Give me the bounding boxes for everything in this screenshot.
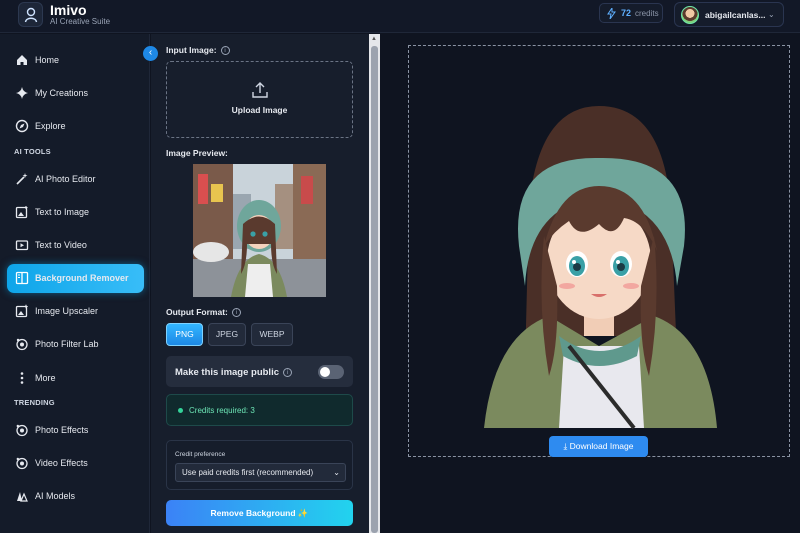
- split-square-icon: [15, 271, 29, 285]
- format-png-button[interactable]: PNG: [166, 323, 203, 346]
- sidebar-item-label: AI Models: [35, 491, 76, 501]
- image-preview-label: Image Preview:: [166, 148, 228, 158]
- sidebar-item-my-creations[interactable]: My Creations: [7, 79, 144, 108]
- sidebar-item-label: Background Remover: [35, 273, 129, 283]
- credit-preference-box: Credit preference Use paid credits first…: [166, 440, 353, 490]
- result-image: [484, 106, 717, 430]
- upscale-icon: [15, 304, 28, 318]
- section-ai-tools: AI TOOLS: [14, 147, 51, 156]
- sidebar-item-label: Home: [35, 55, 60, 65]
- sidebar: Home My Creations Explore AI TOOLS AI Ph…: [0, 34, 150, 533]
- top-bar: Imivo AI Creative Suite 72 credits abiga…: [0, 0, 800, 33]
- info-icon[interactable]: i: [231, 308, 241, 318]
- public-toggle[interactable]: [318, 365, 344, 379]
- format-jpeg-button[interactable]: JPEG: [208, 323, 246, 346]
- sidebar-item-label: Video Effects: [35, 458, 88, 468]
- sidebar-item-background-remover[interactable]: Background Remover: [7, 264, 144, 293]
- sidebar-item-label: Explore: [35, 121, 66, 131]
- sidebar-item-image-upscaler[interactable]: Image Upscaler: [7, 297, 144, 326]
- app-logo[interactable]: [18, 2, 43, 27]
- video-effects-icon: [16, 457, 28, 470]
- image-preview: [193, 164, 326, 297]
- user-menu[interactable]: abigailcanlas... ⌄: [674, 2, 784, 27]
- app-name: Imivo: [50, 2, 87, 18]
- credits-badge[interactable]: 72 credits: [599, 3, 663, 23]
- sidebar-item-video-effects[interactable]: Video Effects: [7, 449, 144, 478]
- chevron-down-icon: ⌄: [333, 468, 340, 477]
- collapse-sidebar-button[interactable]: ‹: [143, 46, 158, 61]
- format-webp-button[interactable]: WEBP: [251, 323, 293, 346]
- result-canvas: [408, 45, 790, 457]
- status-dot: [178, 408, 183, 413]
- info-icon[interactable]: i: [220, 46, 230, 56]
- credit-preference-label: Credit preference: [175, 451, 226, 458]
- sidebar-item-ai-photo-editor[interactable]: AI Photo Editor: [7, 165, 144, 194]
- info-icon[interactable]: i: [283, 367, 292, 377]
- video-icon: [15, 240, 29, 251]
- magic-wand-icon: [16, 173, 28, 185]
- upload-icon: [252, 82, 268, 98]
- sidebar-item-photo-filter-lab[interactable]: Photo Filter Lab: [7, 330, 144, 359]
- lightning-icon: [607, 8, 616, 19]
- output-format-label-text: Output Format:: [166, 307, 228, 317]
- sidebar-item-home[interactable]: Home: [7, 46, 144, 75]
- sidebar-item-label: Photo Effects: [35, 425, 89, 435]
- sidebar-item-text-to-image[interactable]: Text to Image: [7, 198, 144, 227]
- upload-dropzone[interactable]: Upload Image: [166, 61, 353, 138]
- sidebar-item-more[interactable]: More: [7, 364, 144, 393]
- download-icon: ⤓: [563, 441, 568, 451]
- sidebar-item-photo-effects[interactable]: Photo Effects: [7, 416, 144, 445]
- credits-count: 72: [621, 8, 632, 18]
- credit-preference-select[interactable]: Use paid credits first (recommended) ⌄: [175, 463, 346, 482]
- more-vertical-icon: [20, 372, 24, 384]
- sidebar-item-label: Text to Image: [35, 207, 90, 217]
- public-toggle-row: Make this image public i: [166, 356, 353, 387]
- models-icon: [17, 492, 28, 502]
- sidebar-item-label: Image Upscaler: [35, 306, 99, 316]
- credits-label: credits: [635, 9, 659, 18]
- credits-required-text: Credits required: 3: [189, 406, 255, 415]
- upload-label: Upload Image: [231, 105, 288, 115]
- input-image-label: Input Image: i: [166, 45, 230, 56]
- sidebar-item-label: Photo Filter Lab: [35, 339, 99, 349]
- photo-effects-icon: [16, 424, 28, 437]
- sidebar-item-explore[interactable]: Explore: [7, 112, 144, 141]
- avatar: [681, 6, 699, 24]
- sparkle-icon: [16, 87, 28, 99]
- section-trending: TRENDING: [14, 398, 55, 407]
- panel-scrollbar[interactable]: ▲: [369, 34, 380, 533]
- remove-background-button[interactable]: Remove Background ✨: [166, 500, 353, 526]
- public-toggle-label-text: Make this image public: [175, 367, 279, 378]
- chevron-down-icon: ⌄: [768, 10, 775, 19]
- sidebar-item-label: My Creations: [35, 88, 89, 98]
- output-format-label: Output Format: i: [166, 307, 241, 318]
- credits-required-box: Credits required: 3: [166, 394, 353, 426]
- app-tagline: AI Creative Suite: [50, 17, 111, 26]
- download-image-button[interactable]: ⤓ Download Image: [549, 436, 648, 457]
- public-toggle-label: Make this image public i: [175, 367, 292, 378]
- home-icon: [17, 55, 27, 65]
- sidebar-item-label: AI Photo Editor: [35, 174, 96, 184]
- sidebar-item-ai-models[interactable]: AI Models: [7, 482, 144, 511]
- image-icon: [15, 206, 28, 219]
- username: abigailcanlas...: [705, 10, 766, 20]
- input-image-label-text: Input Image:: [166, 45, 217, 55]
- filter-icon: [16, 338, 28, 351]
- chevron-left-icon: ‹: [148, 47, 153, 58]
- toggle-knob: [320, 367, 330, 377]
- sidebar-item-text-to-video[interactable]: Text to Video: [7, 231, 144, 260]
- sidebar-item-label: More: [35, 373, 56, 383]
- sidebar-item-label: Text to Video: [35, 240, 87, 250]
- compass-icon: [15, 119, 29, 133]
- credit-preference-value: Use paid credits first (recommended): [182, 468, 314, 477]
- download-label: Download Image: [569, 441, 634, 451]
- scroll-up-icon[interactable]: ▲: [371, 36, 377, 42]
- scrollbar-thumb[interactable]: [371, 46, 378, 533]
